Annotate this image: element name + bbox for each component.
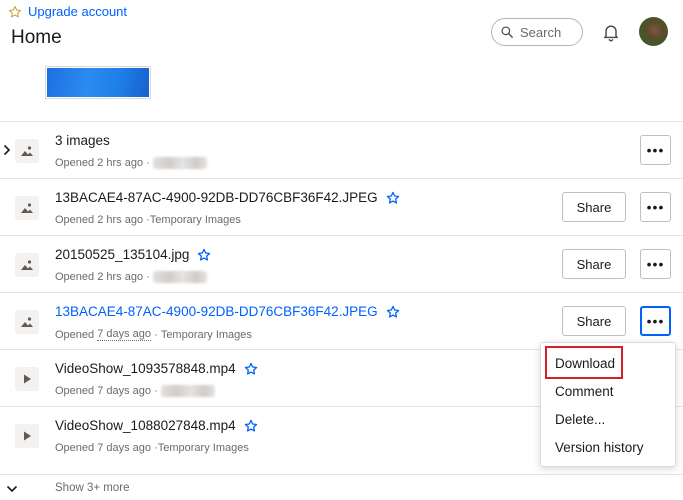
file-name-link[interactable]: 13BACAE4-87AC-4900-92DB-DD76CBF36F42.JPE… [55, 304, 400, 319]
file-row[interactable]: 13BACAE4-87AC-4900-92DB-DD76CBF36F42.JPE… [0, 178, 683, 235]
image-file-icon [15, 196, 39, 220]
file-row[interactable]: 3 images Opened 2 hrs ago · ••• [0, 121, 683, 178]
star-icon[interactable] [386, 191, 400, 205]
star-outline-icon [8, 5, 22, 17]
search-placeholder: Search [520, 24, 562, 40]
upgrade-account-label: Upgrade account [28, 4, 128, 19]
blurred-location [160, 385, 215, 397]
image-file-icon [15, 139, 39, 163]
video-file-icon [15, 367, 39, 391]
star-icon[interactable] [386, 305, 400, 319]
file-meta: Opened 7 days ago · Temporary Images [55, 442, 249, 454]
blurred-location [152, 157, 207, 169]
context-menu: Download Comment Delete... Version histo… [540, 342, 676, 467]
page-title: Home [11, 27, 62, 48]
file-name[interactable]: 3 images [55, 133, 110, 148]
show-more-row[interactable]: Show 3+ more [0, 474, 683, 500]
menu-item-delete[interactable]: Delete... [555, 412, 605, 427]
upgrade-account-link[interactable]: Upgrade account [8, 4, 127, 19]
file-meta: Opened 7 days ago · [55, 385, 215, 397]
star-icon[interactable] [244, 419, 258, 433]
show-more-label[interactable]: Show 3+ more [55, 482, 129, 494]
file-meta: Opened 2 hrs ago · [55, 157, 207, 169]
menu-item-version-history[interactable]: Version history [555, 440, 644, 455]
star-icon[interactable] [244, 362, 258, 376]
more-options-button[interactable]: ••• [640, 192, 671, 222]
file-row[interactable]: 20150525_135104.jpg Opened 2 hrs ago · S… [0, 235, 683, 292]
file-name[interactable]: 20150525_135104.jpg [55, 247, 211, 262]
avatar[interactable] [639, 17, 668, 46]
more-options-button[interactable]: ••• [640, 135, 671, 165]
star-icon[interactable] [197, 248, 211, 262]
share-button[interactable]: Share [562, 306, 626, 336]
file-meta: Opened 2 hrs ago · Temporary Images [55, 214, 241, 226]
blurred-location [152, 271, 207, 283]
share-button[interactable]: Share [562, 192, 626, 222]
image-thumbnail[interactable] [45, 66, 151, 99]
file-meta: Opened 2 hrs ago · [55, 271, 207, 283]
chevron-right-icon[interactable] [3, 144, 11, 156]
file-name[interactable]: VideoShow_1093578848.mp4 [55, 361, 258, 376]
menu-item-comment[interactable]: Comment [555, 384, 614, 399]
share-button[interactable]: Share [562, 249, 626, 279]
image-file-icon [15, 310, 39, 334]
file-name[interactable]: 13BACAE4-87AC-4900-92DB-DD76CBF36F42.JPE… [55, 190, 400, 205]
search-input[interactable]: Search [491, 18, 583, 46]
more-options-button[interactable]: ••• [640, 306, 671, 336]
image-file-icon [15, 253, 39, 277]
menu-item-download[interactable]: Download [555, 356, 615, 371]
video-file-icon [15, 424, 39, 448]
bell-icon[interactable] [601, 22, 621, 42]
file-row[interactable]: 13BACAE4-87AC-4900-92DB-DD76CBF36F42.JPE… [0, 292, 683, 349]
search-icon [501, 26, 513, 38]
chevron-down-icon[interactable] [6, 485, 18, 493]
file-meta: Opened 7 days ago · Temporary Images [55, 328, 252, 341]
more-options-button[interactable]: ••• [640, 249, 671, 279]
file-name[interactable]: VideoShow_1088027848.mp4 [55, 418, 258, 433]
